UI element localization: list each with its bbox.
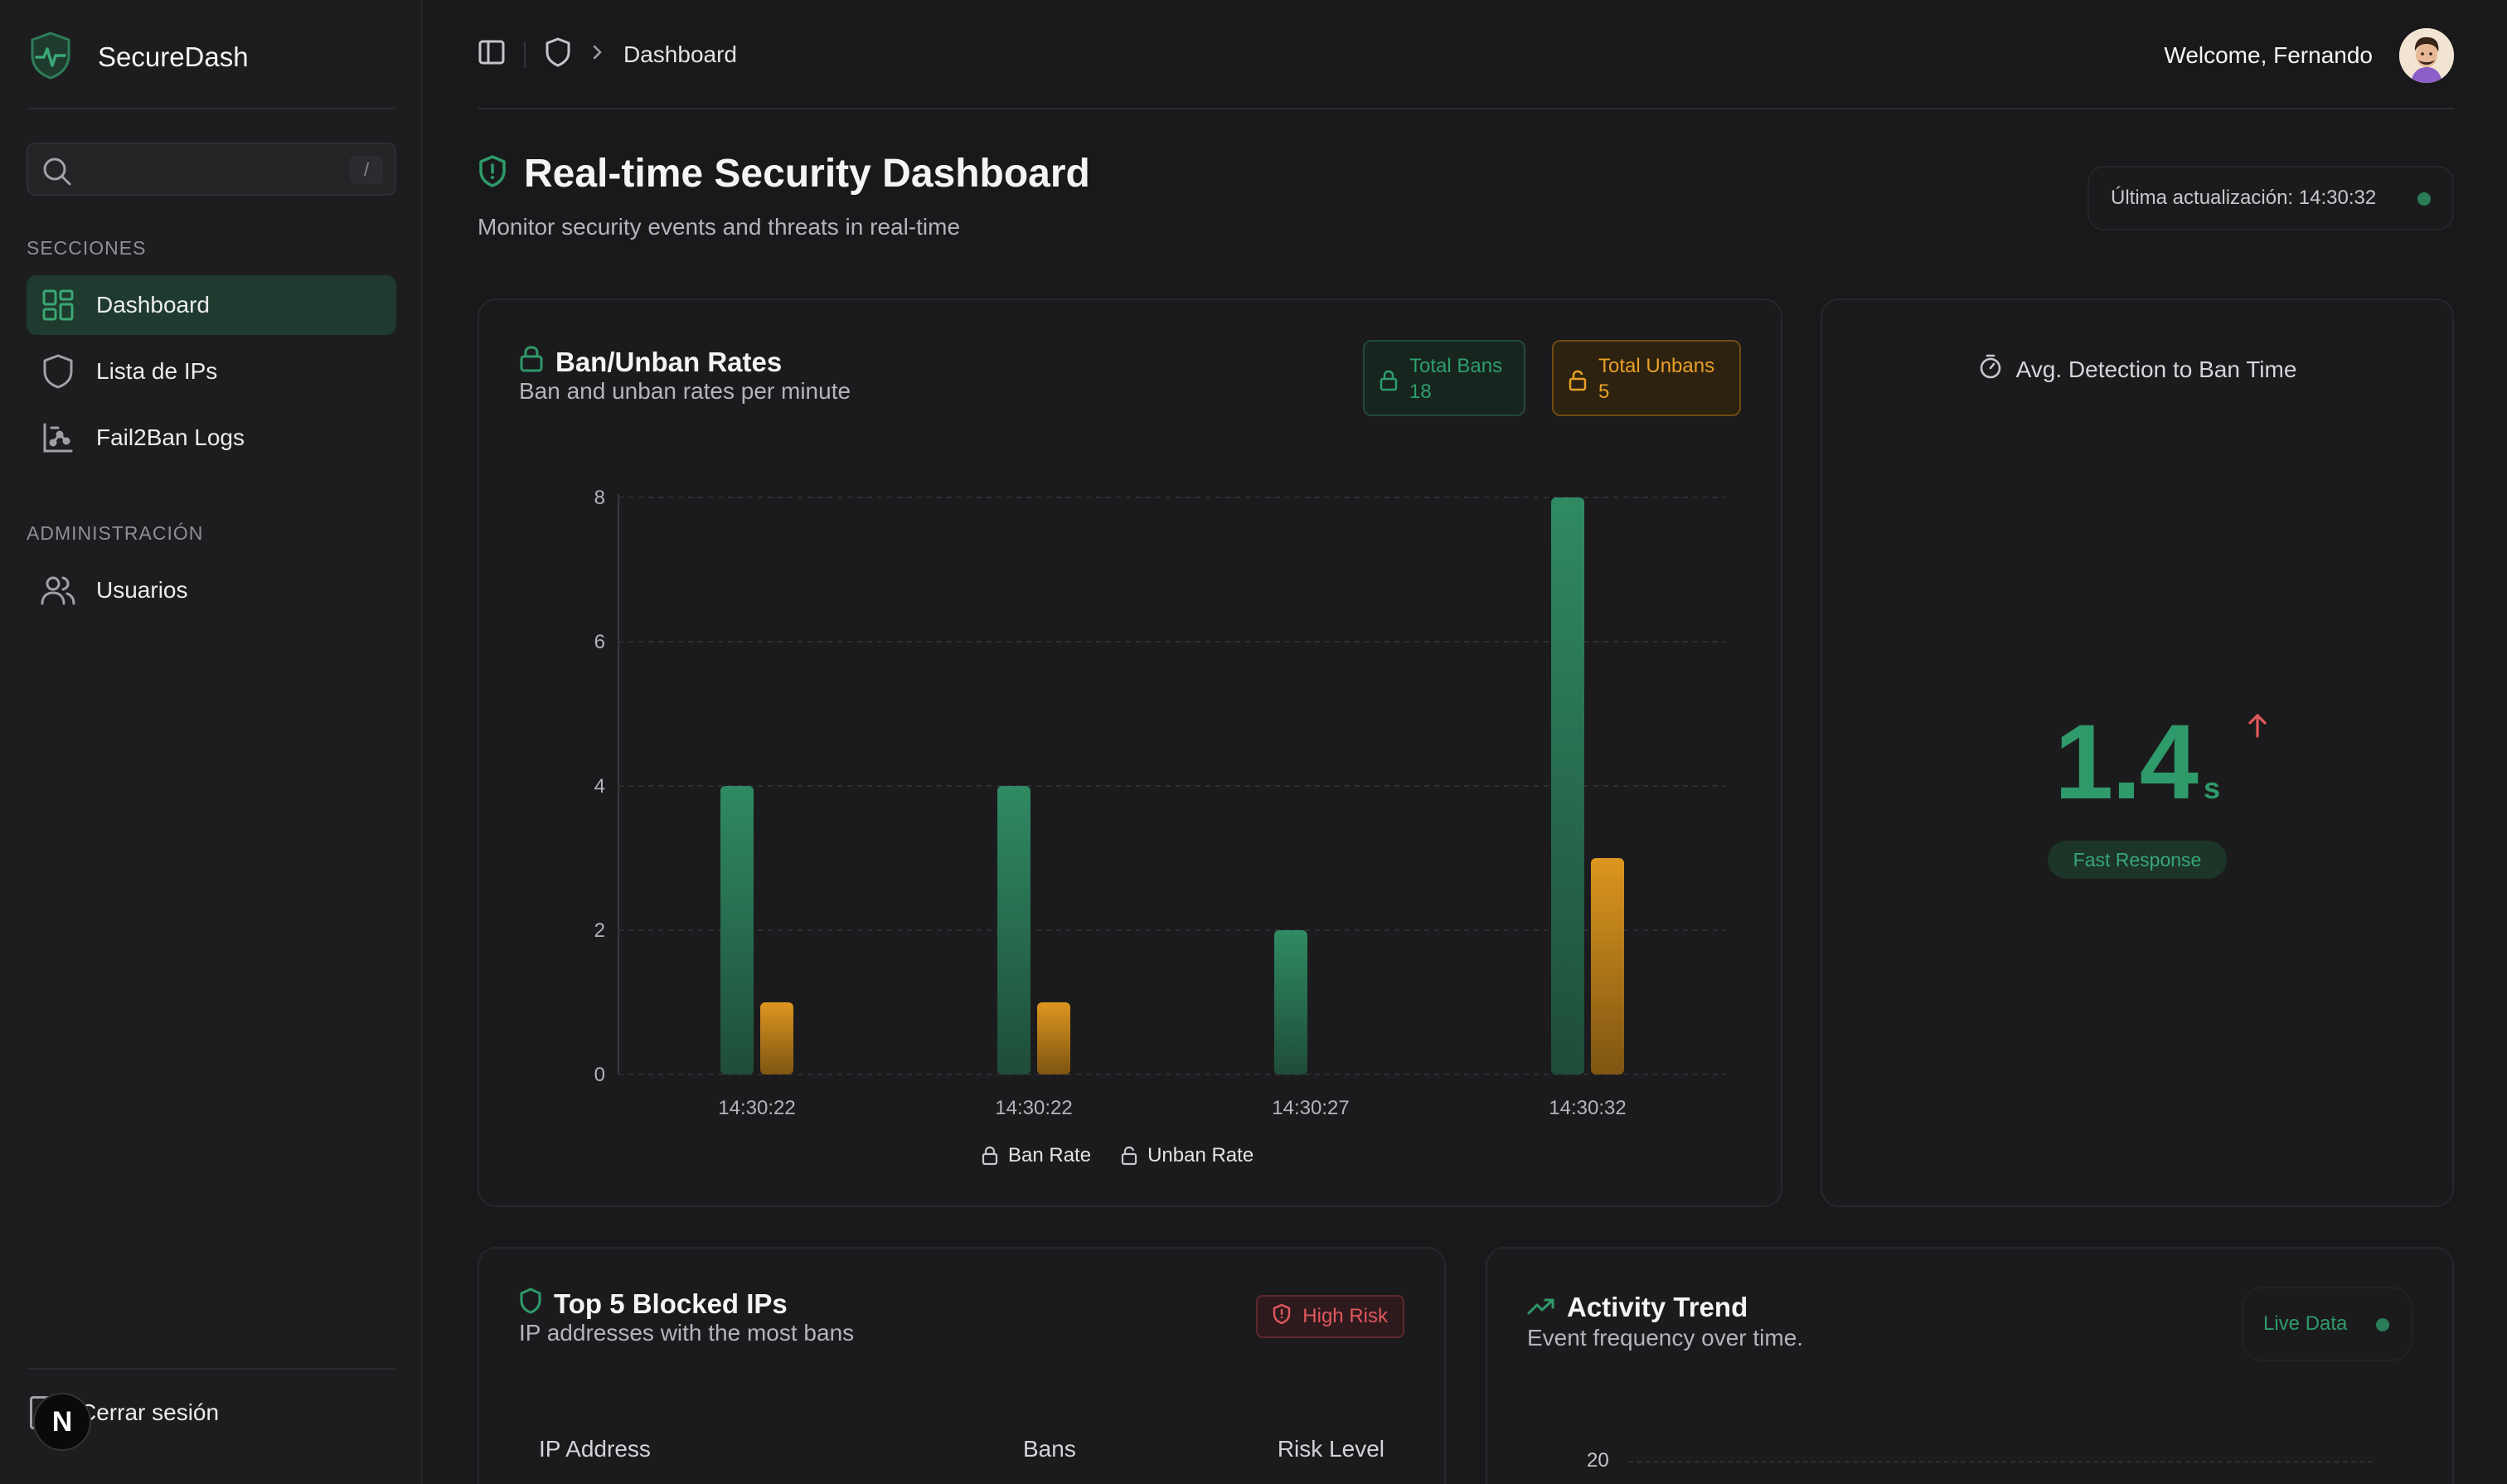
search-input[interactable]	[90, 151, 355, 187]
sidebar-item-label: Fail2Ban Logs	[96, 424, 245, 450]
avg-detection-title-text: Avg. Detection to Ban Time	[2015, 356, 2297, 382]
fast-response-badge: Fast Response	[2048, 841, 2227, 879]
unban-rate-bar	[1591, 858, 1624, 1074]
top-bar: Dashboard Welcome, Fernando	[478, 0, 2454, 109]
live-status-dot	[2376, 1318, 2389, 1331]
y-tick-label: 0	[594, 1064, 605, 1086]
x-tick-label: 14:30:32	[1549, 1097, 1626, 1119]
chevron-right-icon	[590, 43, 605, 65]
logout-label: Cerrar sesión	[80, 1399, 220, 1425]
sidebar-divider	[27, 1368, 395, 1370]
header-separator	[524, 41, 526, 68]
last-update-text: Última actualización: 14:30:32	[2111, 187, 2377, 209]
search-icon	[41, 156, 73, 192]
avg-detection-value: 1.4 s	[2054, 701, 2220, 823]
sidebar-item-ip-list[interactable]: Lista de IPs	[27, 342, 396, 401]
shield-icon	[519, 1287, 542, 1322]
sidebar-item-label: Lista de IPs	[96, 358, 218, 384]
legend-label: Ban Rate	[1008, 1144, 1092, 1166]
sidebar-divider	[27, 108, 395, 109]
sidebar-search[interactable]: /	[27, 143, 396, 196]
avg-value-number: 1.4	[2054, 703, 2199, 822]
sidebar-item-users[interactable]: Usuarios	[27, 560, 396, 620]
section-label-secciones: SECCIONES	[27, 237, 147, 259]
sidebar-item-label: Usuarios	[96, 577, 188, 603]
trend-gridline	[1628, 1461, 2373, 1462]
legend-item-ban-rate[interactable]: Ban Rate	[982, 1144, 1091, 1167]
x-tick-label: 14:30:27	[1272, 1097, 1349, 1119]
breadcrumb-current: Dashboard	[623, 41, 737, 67]
shield-alert-icon	[478, 154, 507, 193]
y-tick-label: 4	[594, 775, 605, 798]
blocked-card-title: Top 5 Blocked IPs	[519, 1287, 788, 1322]
unban-rate-bar	[760, 1002, 793, 1074]
shield-alert-icon	[1273, 1303, 1291, 1331]
shield-icon	[40, 353, 76, 390]
brand[interactable]: SecureDash	[28, 30, 249, 85]
live-data-label: Live Data	[2263, 1312, 2348, 1335]
last-update-indicator: Última actualización: 14:30:32	[2088, 166, 2454, 230]
unlock-icon	[1121, 1146, 1137, 1166]
trend-card-subtitle: Event frequency over time.	[1527, 1325, 1804, 1351]
top-blocked-ips-card: Top 5 Blocked IPs IP addresses with the …	[478, 1247, 1446, 1484]
sidebar-item-fail2ban-logs[interactable]: Fail2Ban Logs	[27, 408, 396, 468]
ban-unban-card: Ban/Unban Rates Ban and unban rates per …	[478, 298, 1782, 1207]
ban-rate-bar	[997, 786, 1030, 1074]
sidebar: SecureDash / SECCIONES Dashboard Lista d…	[0, 0, 423, 1484]
avg-detection-title: Avg. Detection to Ban Time	[1822, 353, 2452, 386]
page-title: Real-time Security Dashboard	[478, 151, 1090, 196]
welcome-text: Welcome, Fernando	[2164, 42, 2373, 68]
search-shortcut-key: /	[350, 156, 383, 184]
unban-rate-bar	[1037, 1002, 1070, 1074]
users-icon	[40, 572, 76, 609]
ban-rate-bar	[1551, 497, 1584, 1074]
y-tick-label: 2	[594, 919, 605, 942]
trend-up-arrow-icon	[2245, 711, 2270, 744]
x-tick-label: 14:30:22	[718, 1097, 795, 1119]
legend-item-unban-rate[interactable]: Unban Rate	[1121, 1144, 1254, 1167]
breadcrumb-shield-icon[interactable]	[544, 36, 572, 72]
y-tick-label: 6	[594, 631, 605, 653]
column-header-risk[interactable]: Risk Level	[1278, 1436, 1384, 1462]
sidebar-item-dashboard[interactable]: Dashboard	[27, 275, 396, 335]
live-data-badge: Live Data	[2242, 1287, 2412, 1361]
section-label-administracion: ADMINISTRACIÓN	[27, 522, 204, 544]
chart-logs-icon	[40, 419, 76, 456]
column-header-ip[interactable]: IP Address	[539, 1436, 651, 1462]
y-tick-label: 8	[594, 487, 605, 509]
stopwatch-icon	[1978, 353, 2003, 386]
activity-trend-card: Activity Trend Event frequency over time…	[1486, 1247, 2454, 1484]
high-risk-badge: High Risk	[1256, 1295, 1404, 1338]
lock-icon	[982, 1146, 998, 1166]
chart-legend: Ban Rate Unban Rate	[982, 1144, 1254, 1167]
x-tick-label: 14:30:22	[995, 1097, 1072, 1119]
nextjs-dev-badge[interactable]: N	[33, 1393, 91, 1451]
trend-y-tick: 20	[1587, 1449, 1609, 1472]
trend-card-title-text: Activity Trend	[1567, 1292, 1748, 1322]
trending-up-icon	[1527, 1292, 1555, 1323]
high-risk-label: High Risk	[1302, 1305, 1388, 1327]
sidebar-item-label: Dashboard	[96, 292, 210, 318]
page-heading: Real-time Security Dashboard	[524, 152, 1090, 196]
blocked-card-subtitle: IP addresses with the most bans	[519, 1320, 855, 1346]
column-header-bans[interactable]: Bans	[1023, 1436, 1076, 1462]
ban-rate-bar	[720, 786, 754, 1074]
avg-detection-card: Avg. Detection to Ban Time 1.4 s Fast Re…	[1821, 298, 2454, 1207]
blocked-card-title-text: Top 5 Blocked IPs	[554, 1288, 788, 1319]
avg-value-unit: s	[2203, 771, 2220, 805]
ban-unban-bar-chart: 0 2 4 6 8 14:30:22 14:30:22 14:30:27 14:30:32	[594, 487, 1726, 1119]
trend-card-title: Activity Trend	[1527, 1292, 1748, 1323]
page-subtitle: Monitor security events and threats in r…	[478, 214, 961, 240]
ban-rate-bar	[1274, 930, 1307, 1074]
brand-name: SecureDash	[98, 41, 249, 72]
status-dot	[2417, 192, 2431, 206]
shield-pulse-logo-icon	[28, 31, 73, 85]
legend-label: Unban Rate	[1147, 1144, 1254, 1166]
sidebar-toggle-icon[interactable]	[478, 38, 506, 70]
dashboard-grid-icon	[40, 287, 76, 323]
avatar[interactable]	[2399, 28, 2454, 83]
